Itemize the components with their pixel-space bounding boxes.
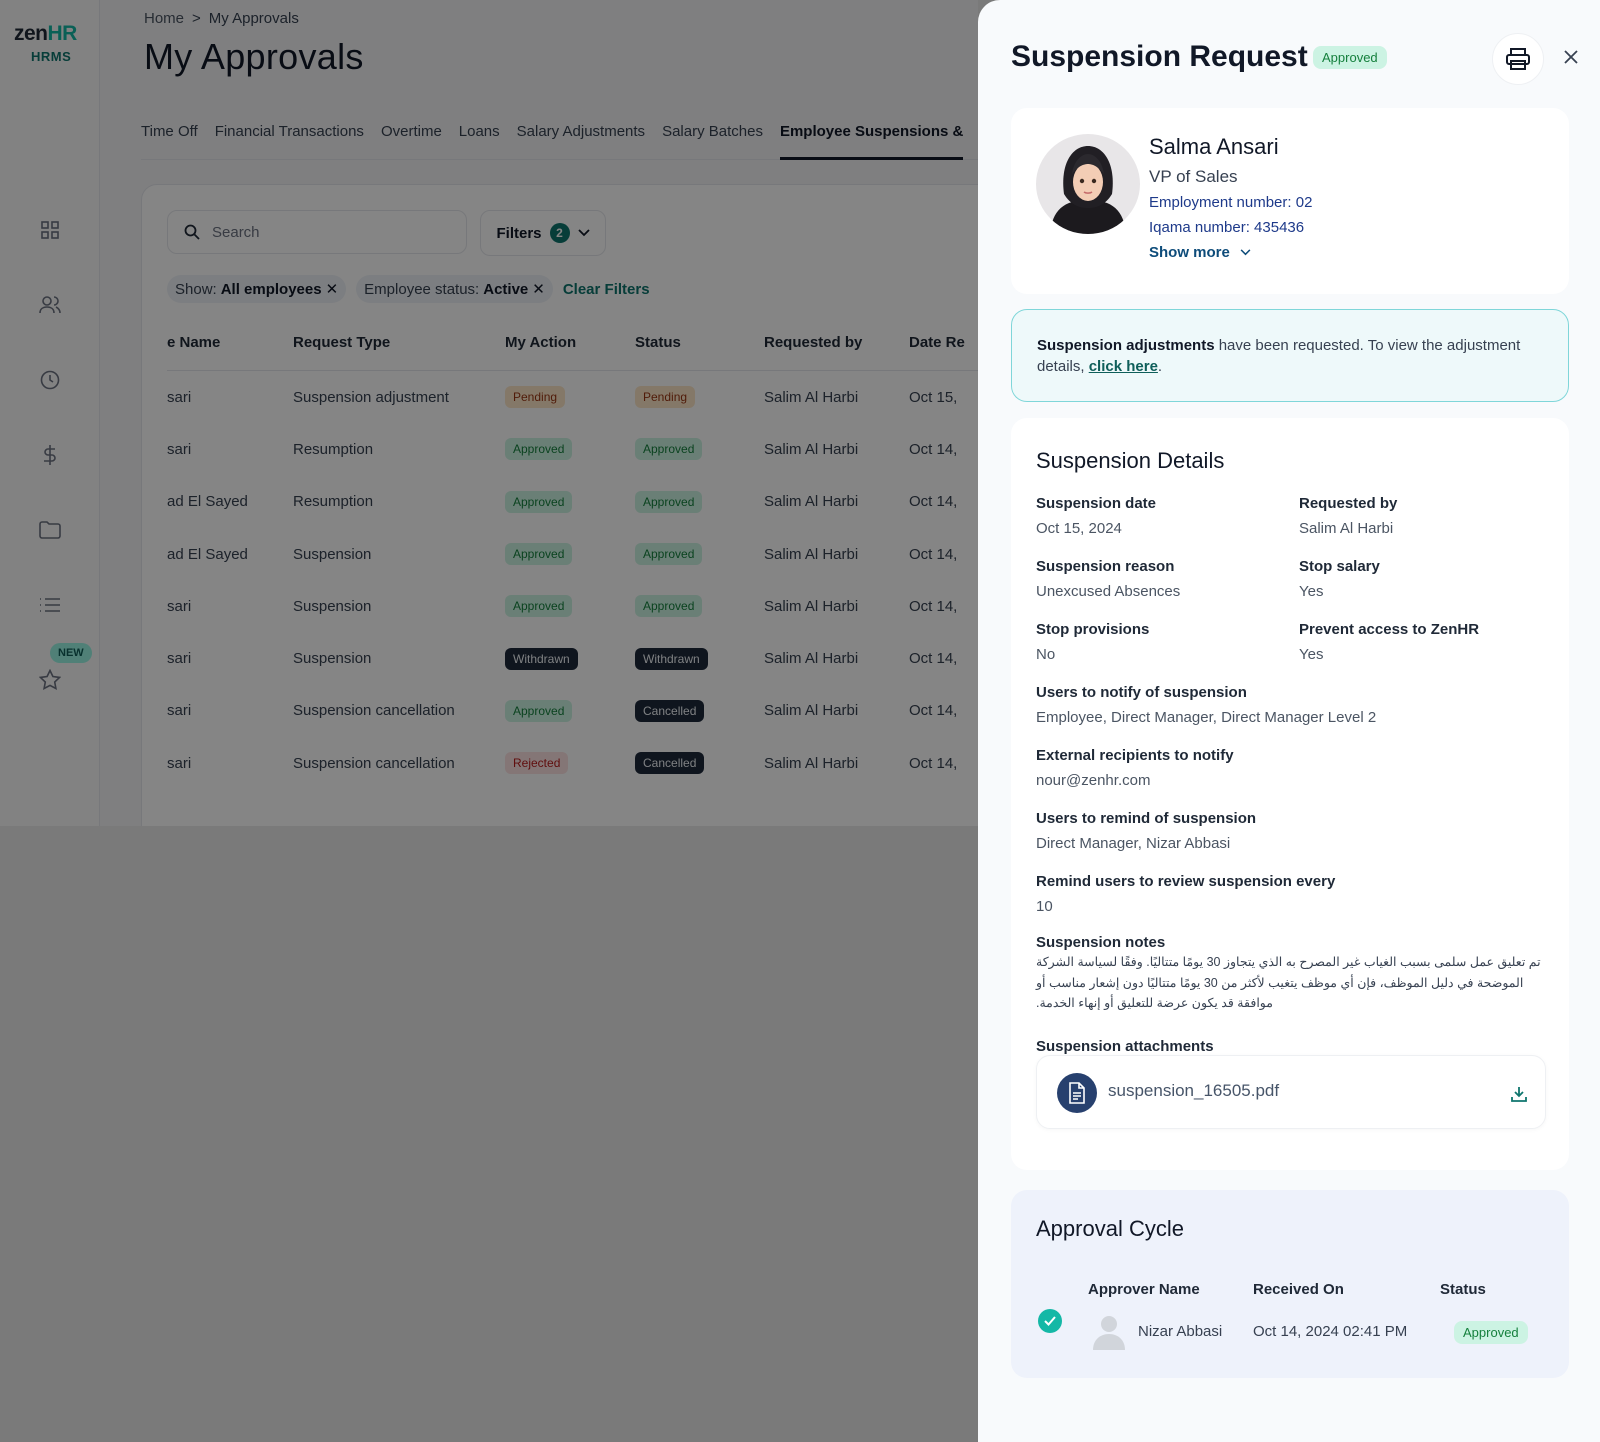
approval-cycle-title: Approval Cycle xyxy=(1036,1216,1184,1241)
external-recipients-value: nour@zenhr.com xyxy=(1036,772,1151,789)
attachments-label: Suspension attachments xyxy=(1036,1038,1214,1055)
download-icon[interactable] xyxy=(1507,1082,1531,1106)
suspension-details-card: Suspension Details Suspension date Oct 1… xyxy=(1011,418,1569,1170)
suspension-notes-label: Suspension notes xyxy=(1036,934,1166,951)
notice-end: . xyxy=(1157,358,1163,375)
approver-name: Nizar Abbasi xyxy=(1138,1323,1223,1340)
modal-backdrop-lower[interactable] xyxy=(0,826,978,1442)
notice-bold: Suspension adjustments xyxy=(1037,337,1215,354)
adjustment-notice: Suspension adjustments have been request… xyxy=(1011,309,1569,402)
modal-backdrop[interactable] xyxy=(0,0,978,826)
status-badge: Approved xyxy=(1313,46,1387,69)
prevent-access-value: Yes xyxy=(1299,646,1324,663)
employee-name: Salma Ansari xyxy=(1149,134,1279,159)
attachment-item: suspension_16505.pdf xyxy=(1036,1055,1546,1129)
attachment-filename[interactable]: suspension_16505.pdf xyxy=(1108,1081,1279,1101)
remind-every-value: 10 xyxy=(1036,898,1053,915)
notify-users-label: Users to notify of suspension xyxy=(1036,684,1247,701)
received-on: Oct 14, 2024 02:41 PM xyxy=(1253,1323,1408,1340)
print-button[interactable] xyxy=(1492,33,1544,85)
approval-cycle-card: Approval Cycle Approver Name Received On… xyxy=(1011,1190,1569,1378)
header-approver-name: Approver Name xyxy=(1088,1281,1200,1298)
external-recipients-label: External recipients to notify xyxy=(1036,747,1234,764)
suspension-date-label: Suspension date xyxy=(1036,495,1157,512)
stop-salary-label: Stop salary xyxy=(1299,558,1380,575)
stop-provisions-value: No xyxy=(1036,646,1056,663)
document-icon xyxy=(1057,1073,1097,1113)
header-received-on: Received On xyxy=(1253,1281,1344,1298)
approver-avatar-icon xyxy=(1089,1311,1129,1351)
suspension-date-value: Oct 15, 2024 xyxy=(1036,520,1122,537)
click-here-link[interactable]: click here xyxy=(1089,358,1158,375)
prevent-access-label: Prevent access to ZenHR xyxy=(1299,621,1480,638)
stop-provisions-label: Stop provisions xyxy=(1036,621,1150,638)
employee-profile-card: Salma Ansari VP of Sales Employment numb… xyxy=(1011,108,1569,294)
stop-salary-value: Yes xyxy=(1299,583,1324,600)
section-title: Suspension Details xyxy=(1036,448,1225,473)
remind-users-value: Direct Manager, Nizar Abbasi xyxy=(1036,835,1231,852)
close-icon xyxy=(1564,50,1578,64)
requested-by-value: Salim Al Harbi xyxy=(1299,520,1394,537)
remind-every-label: Remind users to review suspension every xyxy=(1036,873,1336,890)
employee-role: VP of Sales xyxy=(1149,167,1238,186)
remind-users-label: Users to remind of suspension xyxy=(1036,810,1257,827)
close-button[interactable] xyxy=(1556,42,1586,72)
check-icon xyxy=(1038,1309,1062,1333)
requested-by-label: Requested by xyxy=(1299,495,1398,512)
show-more-label: Show more xyxy=(1149,244,1230,261)
suspension-reason-label: Suspension reason xyxy=(1036,558,1175,575)
chevron-down-icon xyxy=(1240,249,1251,256)
show-more-toggle[interactable]: Show more xyxy=(1149,244,1251,261)
employment-number: Employment number: 02 xyxy=(1149,194,1313,211)
suspension-request-drawer: Suspension Request Approved Salma Ansari… xyxy=(978,0,1600,1442)
notify-users-value: Employee, Direct Manager, Direct Manager… xyxy=(1036,709,1377,726)
header-approval-status: Status xyxy=(1440,1281,1486,1298)
iqama-number: Iqama number: 435436 xyxy=(1149,219,1305,236)
approval-status-badge: Approved xyxy=(1454,1321,1528,1344)
drawer-title: Suspension Request xyxy=(1011,40,1308,73)
avatar xyxy=(1036,134,1140,234)
printer-icon xyxy=(1506,48,1530,70)
suspension-notes-value: تم تعليق عمل سلمى بسبب الغياب غير المصرح… xyxy=(1036,955,1541,1010)
suspension-reason-value: Unexcused Absences xyxy=(1036,583,1181,600)
